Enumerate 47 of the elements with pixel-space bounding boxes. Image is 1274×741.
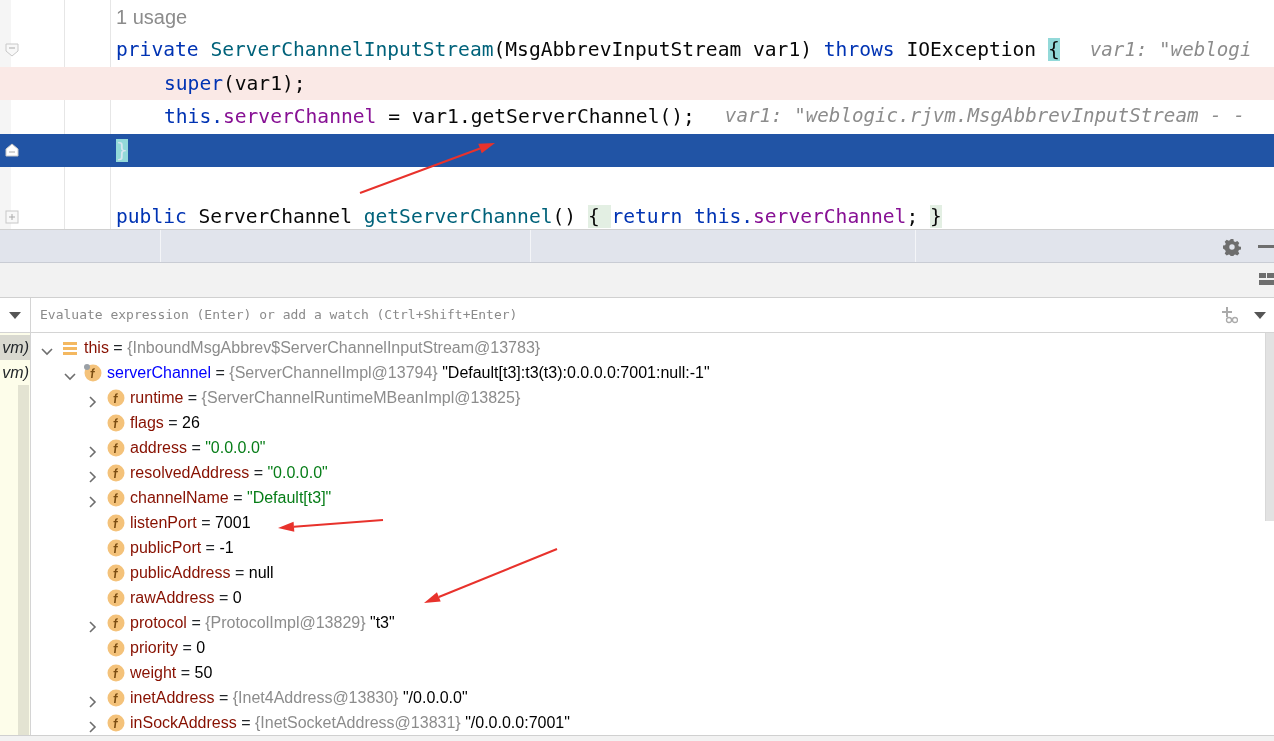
scrollbar[interactable] bbox=[1265, 333, 1274, 521]
variable-entry[interactable]: listenPort = 7001 bbox=[130, 510, 251, 535]
field-icon bbox=[107, 588, 125, 607]
variable-entry[interactable]: address = "0.0.0.0" bbox=[130, 435, 266, 460]
field-icon bbox=[107, 663, 125, 682]
inline-value-hint: var1: "weblogi bbox=[1089, 36, 1252, 63]
field-icon bbox=[107, 538, 125, 557]
variable-entry[interactable]: runtime = {ServerChannelRuntimeMBeanImpl@13825} bbox=[130, 385, 521, 410]
settings-icon[interactable] bbox=[1223, 238, 1241, 256]
code-line: this.serverChannel = var1.getServerChannel(); bbox=[163, 104, 695, 131]
variable-entry[interactable]: serverChannel = {ServerChannelImpl@13794} "Default[t3]:t3(t3):0.0.0.0:7001:null:-1" bbox=[107, 360, 710, 385]
variable-entry[interactable]: inetAddress = {Inet4Address@13830} "/0.0.0.0" bbox=[130, 685, 468, 710]
watched-field-icon bbox=[84, 363, 102, 382]
field-icon bbox=[107, 688, 125, 707]
variable-entry[interactable]: channelName = "Default[t3]" bbox=[130, 485, 332, 510]
field-icon bbox=[107, 388, 125, 407]
variable-entry[interactable]: protocol = {ProtocolImpl@13829} "t3" bbox=[130, 610, 395, 635]
stack-frame-row[interactable]: vm) bbox=[0, 360, 30, 385]
code-line: private ServerChannelInputStream(MsgAbbrevInputStream var1) throws IOException { bbox=[115, 37, 1060, 64]
field-icon bbox=[107, 438, 125, 457]
field-icon bbox=[107, 463, 125, 482]
layout-icon[interactable] bbox=[1259, 273, 1274, 288]
dropdown-icon[interactable] bbox=[9, 311, 21, 319]
variable-entry[interactable]: rawAddress = 0 bbox=[130, 585, 242, 610]
field-icon bbox=[107, 713, 125, 732]
evaluate-expression-field[interactable]: Evaluate expression (Enter) or add a watch (Ctrl+Shift+Enter) bbox=[31, 298, 1220, 332]
code-line: super(var1); bbox=[163, 70, 306, 97]
fold-icon[interactable] bbox=[5, 143, 19, 158]
field-icon bbox=[107, 488, 125, 507]
dropdown-icon[interactable] bbox=[1254, 311, 1266, 319]
field-icon bbox=[107, 638, 125, 657]
variable-entry[interactable]: publicPort = -1 bbox=[130, 535, 234, 560]
variable-entry[interactable]: priority = 0 bbox=[130, 635, 206, 660]
field-icon bbox=[107, 613, 125, 632]
variable-entry[interactable]: this = {InboundMsgAbbrev$ServerChannelInputStream@13783} bbox=[84, 335, 541, 360]
scrollbar[interactable] bbox=[18, 385, 29, 735]
field-icon bbox=[107, 413, 125, 432]
field-icon bbox=[107, 513, 125, 532]
variable-entry[interactable]: publicAddress = null bbox=[130, 560, 274, 585]
inline-value-hint: var1: "weblogic.rjvm.MsgAbbrevInputStream - - bbox=[724, 103, 1245, 130]
variable-entry[interactable]: resolvedAddress = "0.0.0.0" bbox=[130, 460, 328, 485]
code-line: public ServerChannel getServerChannel() { return this.serverChannel; } bbox=[115, 204, 942, 229]
stack-frame-row[interactable]: vm) bbox=[0, 335, 30, 360]
variable-entry[interactable]: weight = 50 bbox=[130, 660, 213, 685]
variable-entry[interactable]: inSockAddress = {InetSocketAddress@13831} "/0.0.0.0:7001" bbox=[130, 710, 570, 735]
field-icon bbox=[107, 563, 125, 582]
variable-entry[interactable]: flags = 26 bbox=[130, 410, 200, 435]
